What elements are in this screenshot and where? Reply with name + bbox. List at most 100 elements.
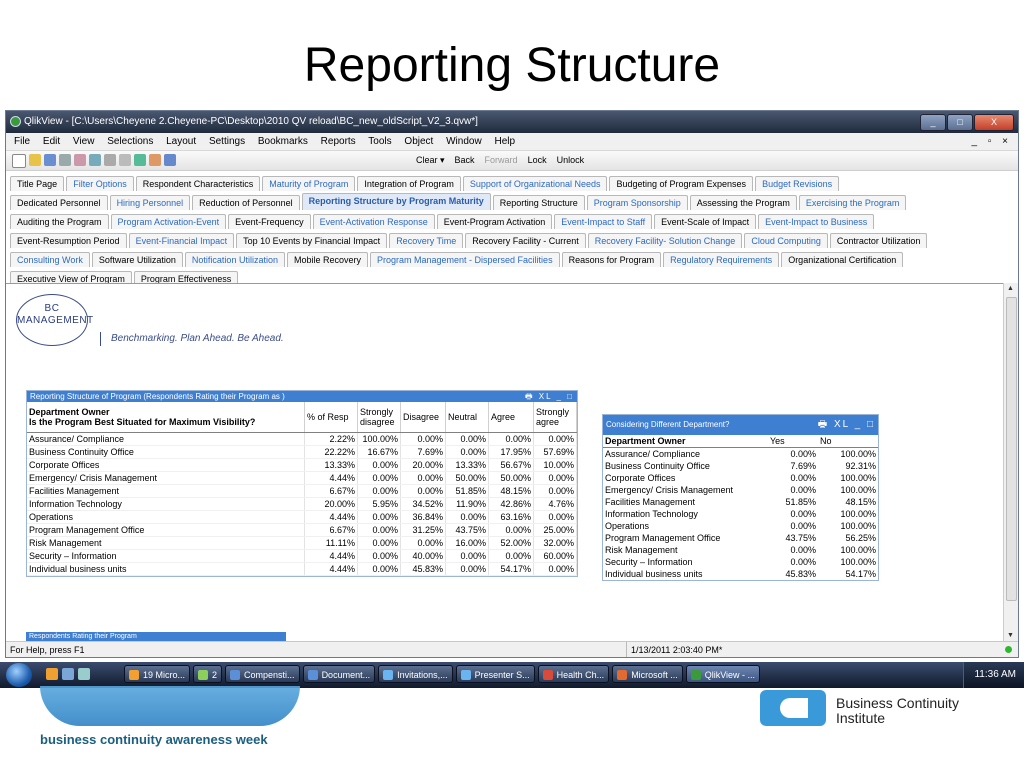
scroll-up-icon[interactable]: ▲	[1007, 285, 1014, 292]
clock[interactable]: 11:36 AM	[974, 669, 1016, 680]
table-row[interactable]: Program Management Office 43.75% 56.25%	[603, 532, 878, 544]
table-row[interactable]: Corporate Offices 13.33% 0.00% 20.00% 13.33%…	[27, 458, 577, 472]
minimize-button[interactable]: _	[920, 114, 946, 131]
considering-department-table[interactable]: Considering Different Department? 🖶 XL _…	[602, 414, 879, 581]
menu-window[interactable]: Window	[446, 136, 482, 147]
sheet-tab[interactable]: Software Utilization	[91, 252, 183, 267]
browser-icon[interactable]	[46, 668, 58, 680]
table-row[interactable]: Security – Information 0.00% 100.00%	[603, 556, 878, 568]
sheet-tab[interactable]: Budget Revisions	[755, 176, 840, 191]
sheet-tab[interactable]: Event-Scale of Impact	[654, 214, 757, 229]
forward-button[interactable]: Forward	[485, 151, 518, 170]
back-button[interactable]: Back	[455, 151, 475, 170]
scroll-thumb[interactable]	[1006, 297, 1017, 601]
sheet-tab[interactable]: Event-Frequency	[228, 214, 311, 229]
mdi-controls[interactable]: _ ▫ ×	[971, 133, 1012, 150]
desktop-icon[interactable]	[62, 668, 74, 680]
sheet-tab[interactable]: Cloud Computing	[744, 233, 828, 248]
row-label[interactable]: Emergency/ Crisis Management	[27, 471, 305, 485]
reporting-structure-table[interactable]: Reporting Structure of Program (Responde…	[26, 390, 578, 577]
table-row[interactable]: Emergency/ Crisis Management 4.44% 0.00% 0.…	[27, 471, 577, 485]
sheet-tab[interactable]: Exercising the Program	[798, 195, 907, 210]
lock-button[interactable]: Lock	[528, 151, 547, 170]
sheet-tab[interactable]: Notification Utilization	[184, 252, 285, 267]
sheet-tab[interactable]: Program Management - Dispersed Facilitie…	[370, 252, 560, 267]
sheet-tab[interactable]: Consulting Work	[10, 252, 90, 267]
table2-col-department[interactable]: Department Owner	[603, 435, 768, 448]
menu-layout[interactable]: Layout	[166, 136, 196, 147]
sheet-tab[interactable]: Support of Organizational Needs	[462, 176, 608, 191]
sheet-tab[interactable]: Event-Impact to Staff	[554, 214, 653, 229]
table1-caption-icons[interactable]: 🖶 XL _ □	[525, 391, 574, 402]
table-row[interactable]: Information Technology 20.00% 5.95% 34.52% 1…	[27, 497, 577, 511]
sheet-tab[interactable]: Filter Options	[66, 176, 134, 191]
redo-icon[interactable]	[104, 154, 116, 166]
sheet-tab[interactable]: Contractor Utilization	[829, 233, 928, 248]
taskbar-button[interactable]: Microsoft ...	[612, 665, 683, 683]
table-row[interactable]: Risk Management 11.11% 0.00% 0.00% 16.00% 52.…	[27, 536, 577, 550]
chart-icon[interactable]	[134, 154, 146, 166]
sheet-tab[interactable]: Program Activation-Event	[110, 214, 227, 229]
open-folder-icon[interactable]	[29, 154, 41, 166]
sheet-tab[interactable]: Top 10 Events by Financial Impact	[236, 233, 388, 248]
row-label[interactable]: Information Technology	[27, 497, 305, 511]
sheet-tab[interactable]: Reduction of Personnel	[192, 195, 300, 210]
row-label[interactable]: Information Technology	[603, 508, 768, 520]
row-label[interactable]: Individual business units	[603, 568, 768, 580]
table-row[interactable]: Information Technology 0.00% 100.00%	[603, 508, 878, 520]
sheet-tab[interactable]: Hiring Personnel	[109, 195, 191, 210]
table-row[interactable]: Program Management Office 6.67% 0.00% 31.25…	[27, 523, 577, 537]
sheet-tab[interactable]: Auditing the Program	[10, 214, 109, 229]
sheet-tab[interactable]: Reporting Structure by Program Maturity	[301, 193, 491, 210]
row-label[interactable]: Facilities Management	[603, 496, 768, 508]
table1-col-disagree[interactable]: Disagree	[400, 402, 446, 433]
row-label[interactable]: Facilities Management	[27, 484, 305, 498]
table-row[interactable]: Operations 4.44% 0.00% 36.84% 0.00% 63.16% 0.0…	[27, 510, 577, 524]
menu-reports[interactable]: Reports	[321, 136, 356, 147]
table-row[interactable]: Corporate Offices 0.00% 100.00%	[603, 472, 878, 484]
sheet-tab[interactable]: Event-Program Activation	[436, 214, 553, 229]
row-label[interactable]: Corporate Offices	[603, 472, 768, 484]
table-row[interactable]: Individual business units 45.83% 54.17%	[603, 568, 878, 580]
taskbar-button[interactable]: 19 Micro...	[124, 665, 191, 683]
row-label[interactable]: Operations	[603, 520, 768, 532]
search-icon[interactable]	[119, 154, 131, 166]
table1-col-strongly-disagree[interactable]: Strongly disagree	[357, 402, 401, 433]
table-row[interactable]: Facilities Management 6.67% 0.00% 0.00% 51.8…	[27, 484, 577, 498]
table-row[interactable]: Business Continuity Office 22.22% 16.67% 7.…	[27, 445, 577, 459]
sheet-tab[interactable]: Reasons for Program	[561, 252, 662, 267]
menu-edit[interactable]: Edit	[43, 136, 60, 147]
row-label[interactable]: Individual business units	[27, 562, 305, 576]
menu-selections[interactable]: Selections	[107, 136, 153, 147]
sheet-tab[interactable]: Recovery Facility - Current	[465, 233, 586, 248]
row-label[interactable]: Assurance/ Compliance	[27, 432, 305, 446]
sheet-tab[interactable]: Respondent Characteristics	[135, 176, 261, 191]
sheet-tab[interactable]: Title Page	[10, 176, 65, 191]
taskbar-button[interactable]: 2	[193, 665, 223, 683]
sheet-tab[interactable]: Organizational Certification	[781, 252, 904, 267]
row-label[interactable]: Operations	[27, 510, 305, 524]
vertical-scrollbar[interactable]: ▲ ▼	[1003, 283, 1018, 641]
sheet-tab[interactable]: Program Sponsorship	[586, 195, 688, 210]
row-label[interactable]: Risk Management	[603, 544, 768, 556]
table1-col-strongly-agree[interactable]: Strongly agree	[533, 402, 577, 433]
table2-col-yes[interactable]: Yes	[768, 435, 818, 448]
row-label[interactable]: Business Continuity Office	[27, 445, 305, 459]
table-row[interactable]: Individual business units 4.44% 0.00% 45.83…	[27, 562, 577, 576]
row-label[interactable]: Assurance/ Compliance	[603, 448, 768, 461]
unlock-button[interactable]: Unlock	[557, 151, 585, 170]
taskbar-button[interactable]: Compensti...	[225, 665, 300, 683]
table-row[interactable]: Business Continuity Office 7.69% 92.31%	[603, 460, 878, 472]
row-label[interactable]: Business Continuity Office	[603, 460, 768, 472]
sheet-tab[interactable]: Recovery Time	[389, 233, 464, 248]
undo-icon[interactable]	[89, 154, 101, 166]
taskbar-button[interactable]: Presenter S...	[455, 665, 535, 683]
menu-view[interactable]: View	[73, 136, 95, 147]
table1-header-dim[interactable]: Department Owner Is the Program Best Sit…	[27, 402, 305, 433]
sheet-tab[interactable]: Integration of Program	[357, 176, 461, 191]
table-row[interactable]: Assurance/ Compliance 0.00% 100.00%	[603, 448, 878, 461]
row-label[interactable]: Security – Information	[603, 556, 768, 568]
sheet-tab[interactable]: Budgeting of Program Expenses	[609, 176, 754, 191]
row-label[interactable]: Security – Information	[27, 549, 305, 563]
new-document-icon[interactable]	[12, 154, 26, 168]
